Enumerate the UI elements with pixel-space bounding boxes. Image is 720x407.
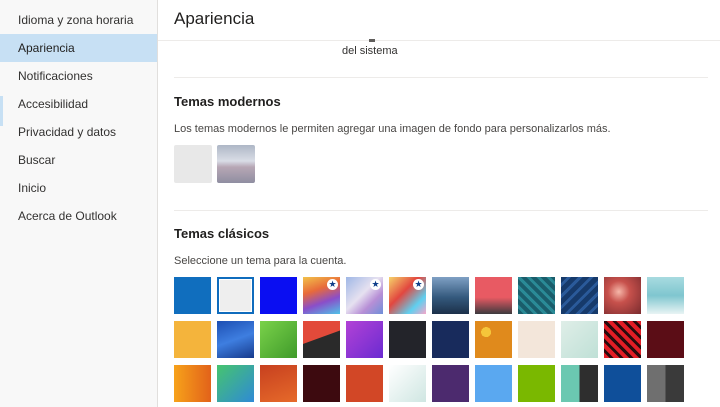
theme-swatch[interactable] [346,365,383,402]
theme-swatch[interactable] [260,365,297,402]
theme-swatch[interactable] [174,277,211,314]
modern-theme-landscape[interactable] [217,145,255,183]
theme-swatch[interactable] [604,365,641,402]
theme-swatch[interactable] [217,365,254,402]
theme-swatch[interactable] [647,365,684,402]
theme-swatch[interactable] [604,277,641,314]
sidebar-item-start[interactable]: Inicio [0,174,157,202]
theme-swatch[interactable] [174,321,211,358]
theme-swatch[interactable] [346,321,383,358]
theme-swatch[interactable] [561,321,598,358]
section-divider [174,210,708,211]
theme-swatch[interactable] [389,321,426,358]
theme-swatch[interactable] [432,365,469,402]
theme-swatch[interactable] [217,321,254,358]
theme-swatch[interactable] [561,277,598,314]
theme-swatch[interactable] [260,277,297,314]
page-title: Apariencia [174,9,255,28]
theme-swatch[interactable] [647,321,684,358]
star-icon: ★ [370,279,381,290]
theme-swatch[interactable]: ★ [346,277,383,314]
theme-swatch[interactable]: ★ [303,277,340,314]
star-icon: ★ [413,279,424,290]
theme-swatch[interactable] [475,365,512,402]
theme-swatch[interactable] [518,365,555,402]
theme-swatch[interactable] [475,277,512,314]
settings-main-panel: Apariencia del sistema Temas modernos Lo… [158,0,720,407]
star-icon: ★ [327,279,338,290]
theme-swatch[interactable]: ★ [389,277,426,314]
theme-swatch-selected[interactable] [217,277,254,314]
classic-themes-description: Seleccione un tema para la cuenta. [174,255,347,267]
sidebar-item-language-timezone[interactable]: Idioma y zona horaria [0,6,157,34]
theme-swatch[interactable] [303,365,340,402]
theme-swatch[interactable] [303,321,340,358]
theme-swatch[interactable] [604,321,641,358]
sidebar-item-search[interactable]: Buscar [0,146,157,174]
modern-themes-description: Los temas modernos le permiten agregar u… [174,123,611,135]
system-option-fragment [369,39,375,42]
sidebar-item-notifications[interactable]: Notificaciones [0,62,157,90]
theme-swatch[interactable] [647,277,684,314]
sidebar-item-appearance[interactable]: Apariencia [0,34,157,62]
classic-themes-title: Temas clásicos [174,226,270,241]
theme-swatch[interactable] [518,277,555,314]
section-divider [174,77,708,78]
theme-swatch[interactable] [174,365,211,402]
theme-swatch[interactable] [432,321,469,358]
sidebar-item-accessibility[interactable]: Accesibilidad [0,90,157,118]
theme-swatch[interactable] [389,365,426,402]
modern-theme-plain[interactable] [174,145,212,183]
theme-swatch[interactable] [475,321,512,358]
theme-swatch[interactable] [260,321,297,358]
theme-swatch[interactable] [561,365,598,402]
theme-swatch[interactable] [432,277,469,314]
sidebar-item-privacy-data[interactable]: Privacidad y datos [0,118,157,146]
sidebar-item-about-outlook[interactable]: Acerca de Outlook [0,202,157,230]
settings-sidebar: Idioma y zona horaria Apariencia Notific… [0,0,158,407]
system-option-label: del sistema [342,45,398,57]
modern-themes-title: Temas modernos [174,94,281,109]
theme-swatch[interactable] [518,321,555,358]
header-divider [158,40,720,41]
